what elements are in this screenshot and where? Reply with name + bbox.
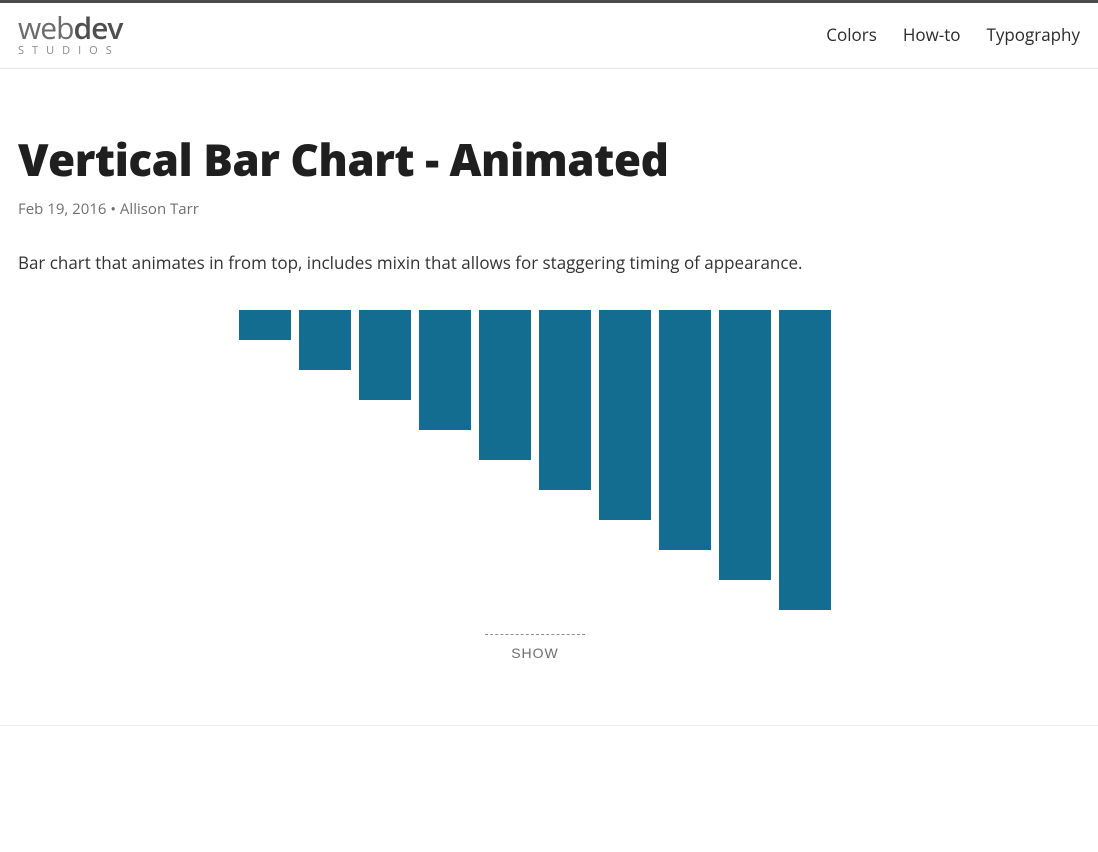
bar-4 (419, 310, 471, 430)
bar-3 (359, 310, 411, 400)
post-author: Allison Tarr (120, 199, 199, 219)
post-date: Feb 19, 2016 (18, 199, 106, 219)
bar-5 (479, 310, 531, 460)
footer-divider (0, 725, 1098, 726)
primary-nav: Colors How-to Typography (826, 23, 1080, 46)
logo-subtext: STUDIOS (18, 45, 122, 56)
bar-8 (659, 310, 711, 550)
nav-typography[interactable]: Typography (987, 23, 1080, 46)
bar-1 (239, 310, 291, 340)
bar-chart (239, 310, 831, 610)
show-area: SHOW (485, 634, 585, 665)
post-meta: Feb 19, 2016 • Allison Tarr (18, 199, 1052, 219)
bar-7 (599, 310, 651, 520)
page-content: Vertical Bar Chart - Animated Feb 19, 20… (0, 69, 1070, 725)
show-button[interactable]: SHOW (503, 641, 567, 665)
divider-dotted (485, 634, 585, 635)
post-description: Bar chart that animates in from top, inc… (18, 251, 1052, 274)
bar-2 (299, 310, 351, 370)
bar-10 (779, 310, 831, 610)
logo-brand-part2: dev (73, 7, 122, 48)
header: webdev STUDIOS Colors How-to Typography (0, 3, 1098, 69)
bar-6 (539, 310, 591, 490)
meta-separator: • (106, 199, 119, 219)
logo-brand-part1: web (18, 7, 73, 48)
nav-colors[interactable]: Colors (826, 23, 877, 46)
page-title: Vertical Bar Chart - Animated (18, 129, 1052, 189)
logo-brand: webdev (18, 13, 122, 43)
chart-container: SHOW (18, 310, 1052, 665)
bar-9 (719, 310, 771, 580)
nav-howto[interactable]: How-to (903, 23, 961, 46)
site-logo[interactable]: webdev STUDIOS (18, 13, 122, 56)
